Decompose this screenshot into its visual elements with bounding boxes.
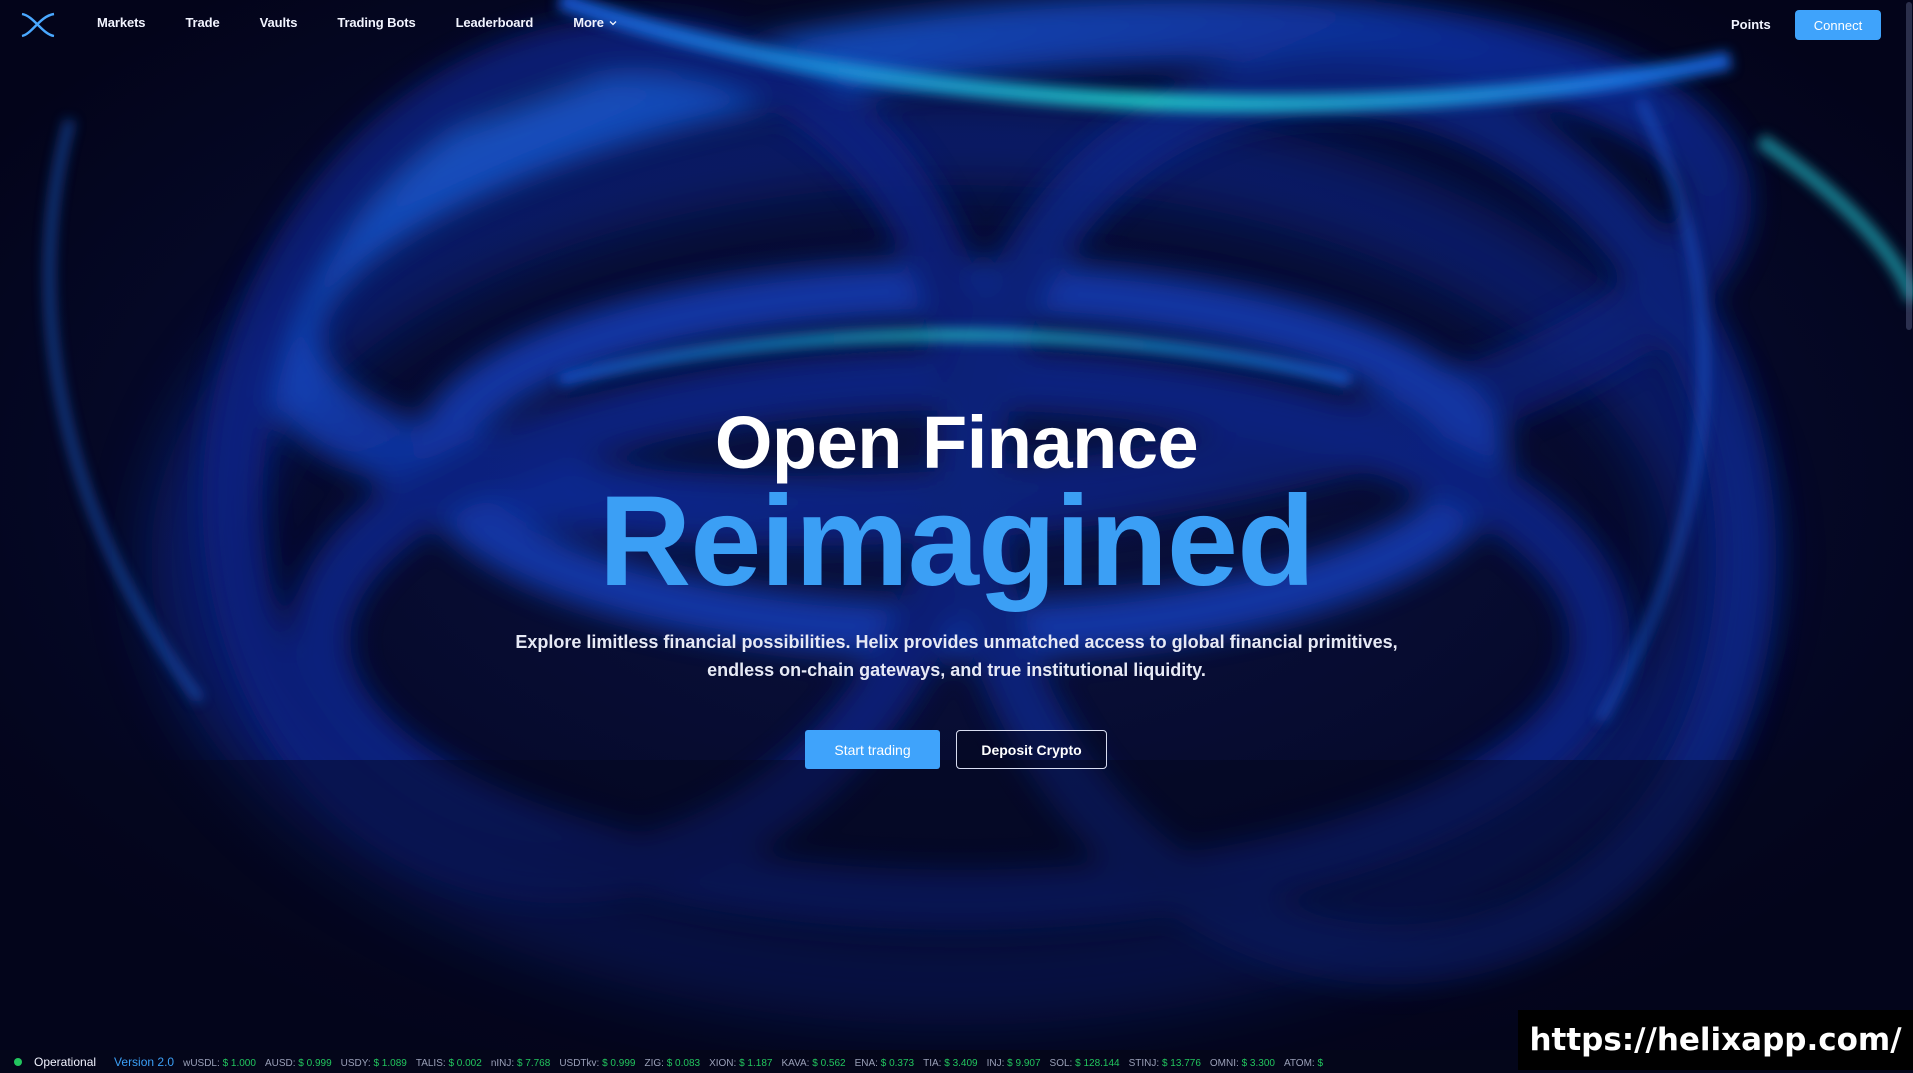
ticker-item[interactable]: USDTkv: $ 0.999 [559,1058,635,1069]
hero-cta-group: Start trading Deposit Crypto [805,730,1107,769]
hero-subtitle-line1: Explore limitless financial possibilitie… [515,632,1398,652]
ticker-item[interactable]: ZIG: $ 0.083 [644,1058,700,1069]
points-link[interactable]: Points [1731,17,1771,32]
ticker-symbol: AUSD: [264,1057,296,1069]
ticker-item[interactable]: wUSDL: $ 1.000 [183,1058,256,1069]
nav-leaderboard[interactable]: Leaderboard [456,15,534,30]
ticker-symbol: TALIS: [415,1057,446,1069]
ticker-price: $ 1.000 [222,1057,256,1069]
nav-links: Markets Trade Vaults Trading Bots Leader… [97,15,658,30]
ticker-item[interactable]: ATOM: $ [1284,1058,1323,1069]
ticker-symbol: KAVA: [781,1057,810,1069]
ticker-item[interactable]: ENA: $ 0.373 [855,1058,915,1069]
ticker-item[interactable]: nINJ: $ 7.768 [491,1058,551,1069]
nav-trade[interactable]: Trade [185,15,219,30]
nav-more-label: More [573,15,604,30]
hero-subtitle: Explore limitless financial possibilitie… [487,628,1427,684]
ticker-symbol: wUSDL: [183,1057,220,1069]
ticker-price: $ 1.089 [373,1057,407,1069]
ticker-price: $ 1.187 [739,1057,773,1069]
ticker-symbol: nINJ: [490,1057,515,1069]
status-dot-icon [14,1057,22,1066]
hero-subtitle-line2: endless on-chain gateways, and true inst… [707,660,1206,680]
nav-trading-bots[interactable]: Trading Bots [337,15,415,30]
url-watermark: https://helixapp.com/ [1518,1010,1913,1070]
hero-section: Open Finance Reimagined Explore limitles… [0,400,1913,684]
ticker-item[interactable]: USDY: $ 1.089 [341,1058,407,1069]
ticker-symbol: STINJ: [1128,1057,1160,1069]
ticker-symbol: ATOM: [1283,1057,1315,1069]
ticker-price: $ 9.907 [1007,1057,1041,1069]
ticker-price: $ 0.562 [812,1057,846,1069]
ticker-symbol: SOL: [1049,1057,1073,1069]
nav-more[interactable]: More [573,15,618,30]
connect-button[interactable]: Connect [1795,10,1881,40]
ticker-item[interactable]: SOL: $ 128.144 [1050,1058,1120,1069]
ticker-price: $ 0.373 [880,1057,915,1069]
ticker-price: $ 0.999 [602,1057,636,1069]
ticker-item[interactable]: AUSD: $ 0.999 [265,1058,332,1069]
ticker-symbol: USDTkv: [559,1057,600,1069]
ticker-items: wUSDL: $ 1.000 AUSD: $ 0.999 USDY: $ 1.089… [174,1053,1323,1071]
ticker-price: $ 3.300 [1241,1057,1275,1069]
chevron-down-icon [609,20,617,25]
ticker-symbol: XION: [709,1057,737,1069]
status-text[interactable]: Operational [34,1055,96,1069]
ticker-price: $ 128.144 [1075,1057,1120,1069]
ticker-item[interactable]: TALIS: $ 0.002 [416,1058,482,1069]
ticker-price: $ 7.768 [516,1057,551,1069]
ticker-item[interactable]: INJ: $ 9.907 [987,1058,1041,1069]
hero-title-line2: Reimagined [598,470,1316,613]
ticker-symbol: ENA: [854,1057,878,1069]
top-nav: Markets Trade Vaults Trading Bots Leader… [0,0,1913,50]
ticker-item[interactable]: STINJ: $ 13.776 [1129,1058,1201,1069]
ticker-item[interactable]: TIA: $ 3.409 [923,1058,978,1069]
ticker-price: $ 3.409 [944,1057,978,1069]
deposit-crypto-button[interactable]: Deposit Crypto [956,730,1107,769]
ticker-price: $ 0.002 [448,1057,482,1069]
ticker-symbol: TIA: [923,1057,942,1069]
version-label[interactable]: Version 2.0 [114,1055,174,1069]
ticker-symbol: OMNI: [1209,1057,1239,1069]
ticker-item[interactable]: KAVA: $ 0.562 [781,1058,845,1069]
ticker-symbol: USDY: [340,1057,371,1069]
ticker-price: $ [1317,1057,1324,1069]
ticker-price: $ 13.776 [1161,1057,1201,1069]
start-trading-button[interactable]: Start trading [805,730,940,769]
scrollbar-thumb[interactable] [1906,2,1912,330]
ticker-price: $ 0.999 [298,1057,332,1069]
helix-logo-icon[interactable] [20,10,56,40]
ticker-symbol: INJ: [986,1057,1005,1069]
ticker-price: $ 0.083 [666,1057,701,1069]
nav-vaults[interactable]: Vaults [260,15,298,30]
ticker-symbol: ZIG: [644,1057,664,1069]
ticker-item[interactable]: XION: $ 1.187 [709,1058,772,1069]
ticker-item[interactable]: OMNI: $ 3.300 [1210,1058,1275,1069]
nav-markets[interactable]: Markets [97,15,146,30]
